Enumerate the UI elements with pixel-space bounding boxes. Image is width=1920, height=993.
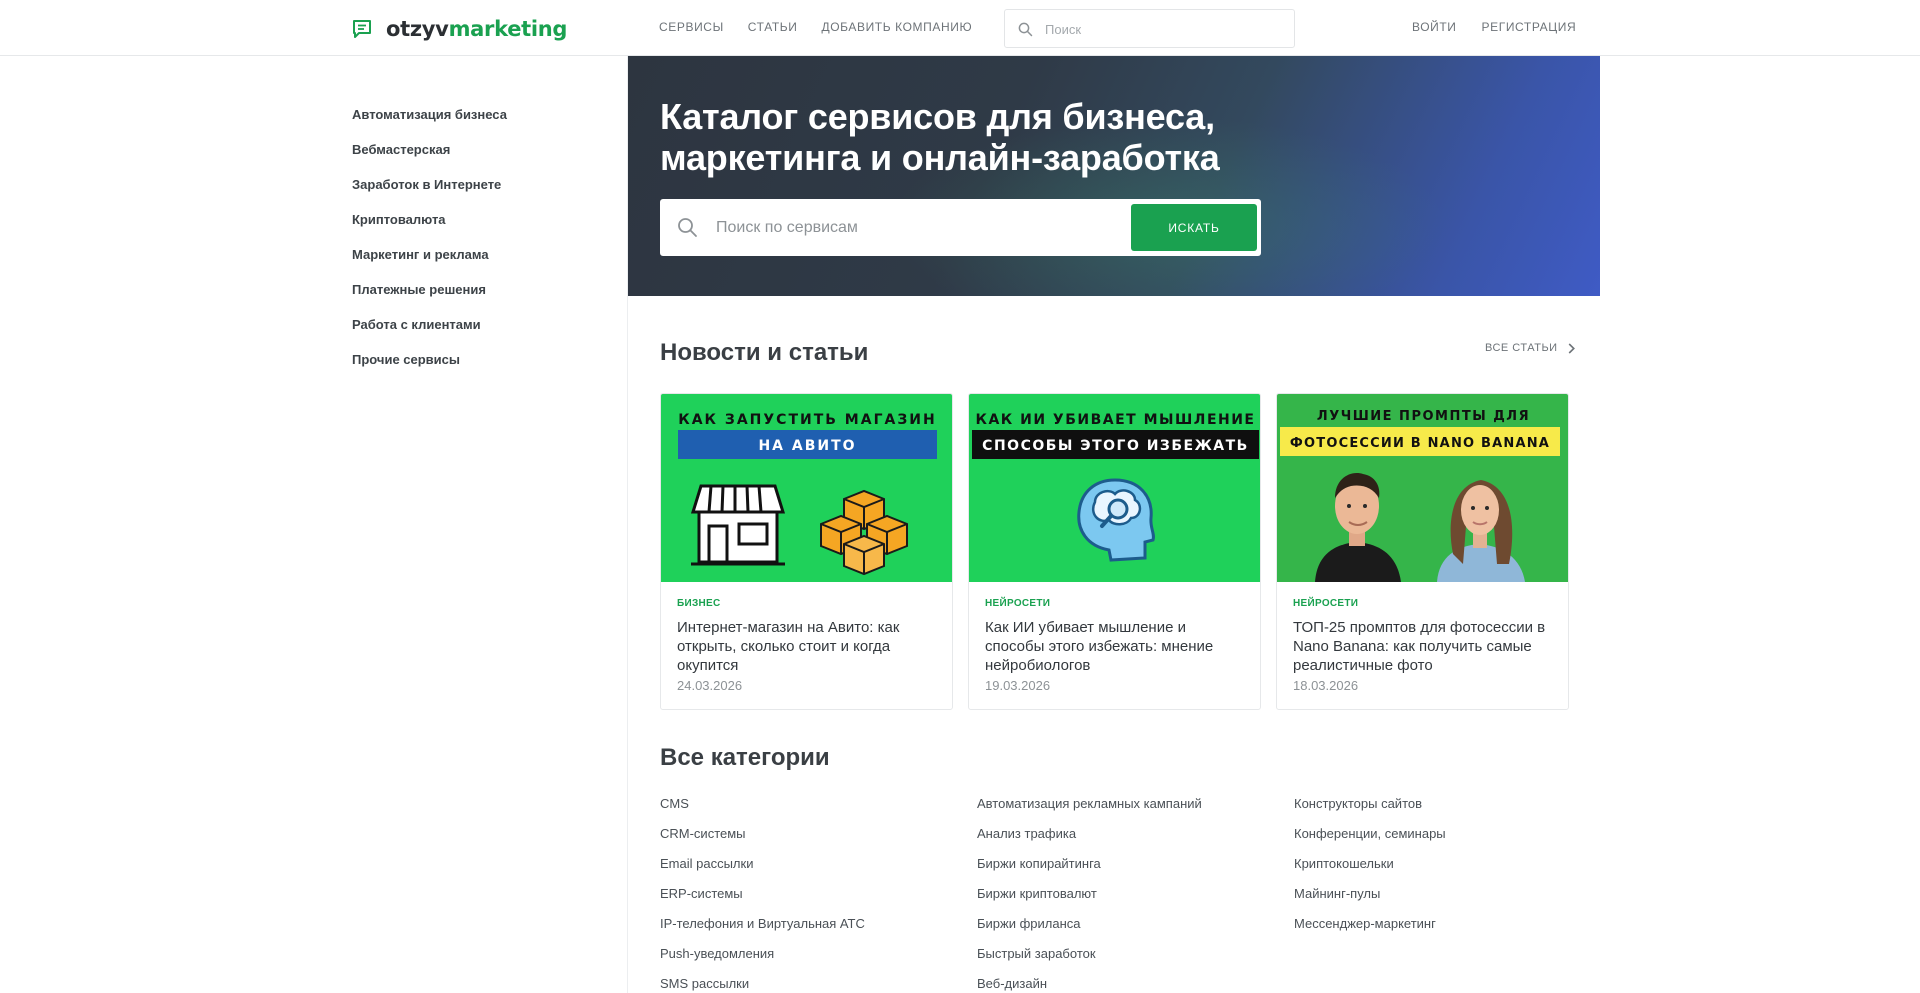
news-card-title[interactable]: ТОП-25 промптов для фотосессии в Nano Ba… [1293,618,1552,675]
search-icon [1018,22,1033,37]
category-link[interactable]: Анализ трафика [977,826,1294,856]
shop-icon [690,484,786,566]
category-link[interactable]: Биржи копирайтинга [977,856,1294,886]
category-link[interactable]: Веб-дизайн [977,976,1294,993]
nano-banana-portraits-illustration: ЛУЧШИЕ ПРОМПТЫ ДЛЯ ФОТОСЕССИИ В NANO BAN… [1277,394,1568,582]
search-icon [678,218,697,237]
category-link[interactable]: CMS [660,796,977,826]
all-articles-link[interactable]: Все статьи [1485,342,1575,354]
news-card-image: КАК ЗАПУСТИТЬ МАГАЗИН НА АВИТО [661,394,952,582]
header-search-input[interactable] [1045,18,1285,40]
categories-column: CMS CRM-системы Email рассылки ERP-систе… [660,796,977,993]
category-sidebar: Автоматизация бизнеса Вебмастерская Зара… [352,106,612,386]
news-card-date: 19.03.2026 [985,678,1051,693]
nav-articles[interactable]: Статьи [748,20,798,34]
hero-banner: Каталог сервисов для бизнеса, маркетинга… [628,56,1600,296]
category-link[interactable]: Конструкторы сайтов [1294,796,1611,826]
logo-text-marketing: marketing [448,17,568,41]
chevron-right-icon [1568,342,1575,354]
category-link[interactable]: Push-уведомления [660,946,977,976]
category-link[interactable]: Майнинг-пулы [1294,886,1611,916]
sidebar-item-payments[interactable]: Платежные решения [352,281,612,316]
banner-text-line-1: КАК ЗАПУСТИТЬ МАГАЗИН [678,412,936,428]
category-link[interactable]: Криптокошельки [1294,856,1611,886]
news-card-tag[interactable]: Нейросети [1293,598,1552,613]
hero-search-box: Искать [660,199,1261,256]
category-link[interactable]: Конференции, семинары [1294,826,1611,856]
news-card-title[interactable]: Как ИИ убивает мышление и способы этого … [985,618,1244,675]
header-search-box [1004,9,1295,48]
category-link[interactable]: Автоматизация рекламных кампаний [977,796,1294,826]
hero-title-line-1: Каталог сервисов для бизнеса, [660,96,1215,137]
category-link[interactable]: Биржи фриланса [977,916,1294,946]
auth-links: Войти Регистрация [1412,20,1576,34]
categories-grid: CMS CRM-системы Email рассылки ERP-систе… [660,796,1611,993]
sidebar-item-online-earning[interactable]: Заработок в Интернете [352,176,612,211]
news-card[interactable]: КАК ИИ УБИВАЕТ МЫШЛЕНИЕ СПОСОБЫ ЭТОГО ИЗ… [968,393,1261,710]
news-card-date: 24.03.2026 [677,678,743,693]
chat-bubble-icon [353,20,371,38]
news-card-image: ЛУЧШИЕ ПРОМПТЫ ДЛЯ ФОТОСЕССИИ В NANO BAN… [1277,394,1568,582]
nav-services[interactable]: Сервисы [659,20,724,34]
news-card-title[interactable]: Интернет-магазин на Авито: как открыть, … [677,618,936,675]
news-section-title: Новости и статьи [660,339,869,366]
category-link[interactable]: ERP-системы [660,886,977,916]
category-link[interactable]: Email рассылки [660,856,977,886]
banner-text-line-1: ЛУЧШИЕ ПРОМПТЫ ДЛЯ [1317,409,1530,424]
logo-text-otzyv: otzyv [386,17,449,41]
category-link[interactable]: Биржи криптовалют [977,886,1294,916]
site-logo[interactable]: otzyvmarketing [352,16,567,42]
ai-brain-illustration: КАК ИИ УБИВАЕТ МЫШЛЕНИЕ СПОСОБЫ ЭТОГО ИЗ… [969,394,1260,582]
categories-section-title: Все категории [660,744,830,771]
hero-title: Каталог сервисов для бизнеса, маркетинга… [660,96,1300,178]
sidebar-item-other[interactable]: Прочие сервисы [352,351,612,386]
all-articles-label: Все статьи [1485,342,1558,354]
category-link[interactable]: Быстрый заработок [977,946,1294,976]
sidebar-item-webmaster[interactable]: Вебмастерская [352,141,612,176]
news-card-tag[interactable]: Нейросети [985,598,1244,613]
hero-search-button[interactable]: Искать [1131,204,1257,251]
hero-search-input[interactable] [716,216,1116,240]
sidebar-item-clients[interactable]: Работа с клиентами [352,316,612,351]
sidebar-item-crypto[interactable]: Криптовалюта [352,211,612,246]
category-link[interactable]: CRM-системы [660,826,977,856]
sidebar-item-marketing[interactable]: Маркетинг и реклама [352,246,612,281]
sidebar-item-business-automation[interactable]: Автоматизация бизнеса [352,106,612,141]
banner-text-line-2: СПОСОБЫ ЭТОГО ИЗБЕЖАТЬ [982,438,1249,454]
categories-column: Конструкторы сайтов Конференции, семинар… [1294,796,1611,993]
top-navigation-bar: otzyvmarketing Сервисы Статьи Добавить к… [0,0,1920,56]
login-link[interactable]: Войти [1412,20,1457,34]
register-link[interactable]: Регистрация [1482,20,1577,34]
main-nav: Сервисы Статьи Добавить компанию [659,20,972,34]
avito-shop-illustration: КАК ЗАПУСТИТЬ МАГАЗИН НА АВИТО [661,394,952,582]
categories-column: Автоматизация рекламных кампаний Анализ … [977,796,1294,993]
banner-text-line-1: КАК ИИ УБИВАЕТ МЫШЛЕНИЕ [976,412,1256,428]
banner-text-line-2: ФОТОСЕССИИ В NANO BANANA [1290,436,1550,451]
news-card-tag[interactable]: Бизнес [677,598,936,613]
logo-text: otzyvmarketing [386,17,567,41]
hero-title-line-2: маркетинга и онлайн-заработка [660,137,1220,178]
nav-add-company[interactable]: Добавить компанию [822,20,973,34]
news-card[interactable]: КАК ЗАПУСТИТЬ МАГАЗИН НА АВИТО БИЗНЕС Ин… [660,393,953,710]
category-link[interactable]: IP-телефония и Виртуальная АТС [660,916,977,946]
news-card-image: КАК ИИ УБИВАЕТ МЫШЛЕНИЕ СПОСОБЫ ЭТОГО ИЗ… [969,394,1260,582]
news-card-date: 18.03.2026 [1293,678,1359,693]
category-link[interactable]: Мессенджер-маркетинг [1294,916,1611,946]
category-link[interactable]: SMS рассылки [660,976,977,993]
news-card[interactable]: ЛУЧШИЕ ПРОМПТЫ ДЛЯ ФОТОСЕССИИ В NANO BAN… [1276,393,1569,710]
banner-text-line-2: НА АВИТО [758,438,856,454]
